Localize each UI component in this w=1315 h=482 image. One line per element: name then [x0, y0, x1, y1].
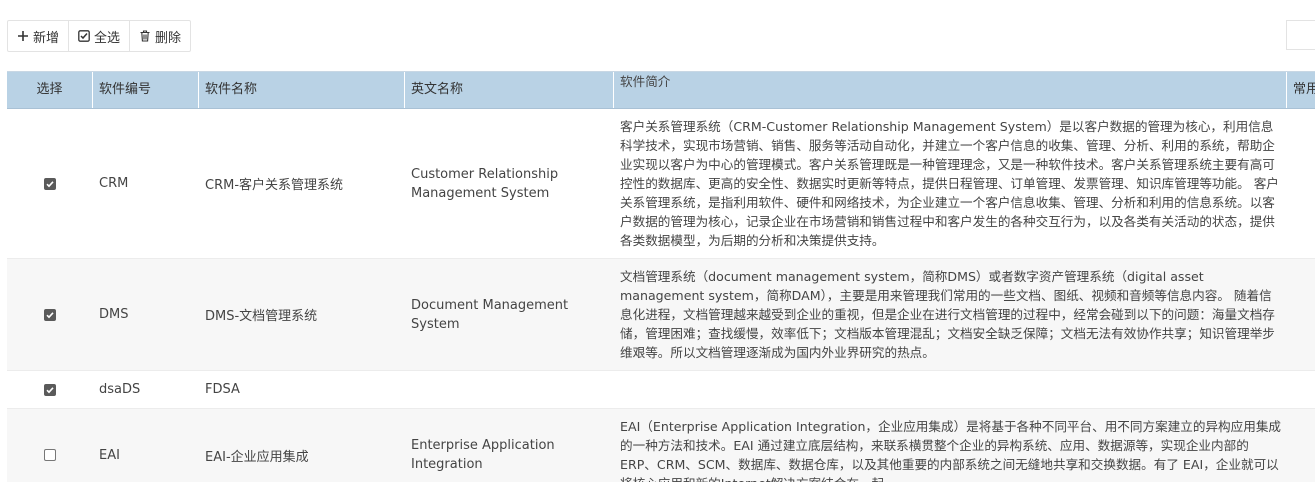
cell-id: CRM: [99, 176, 129, 191]
check-icon: [46, 386, 54, 393]
cell-common: [1287, 259, 1315, 370]
toolbar: 新增 全选 删除: [7, 20, 192, 52]
row-checkbox[interactable]: [44, 308, 56, 321]
cell-description: EAI（Enterprise Application Integration，企…: [620, 419, 1282, 482]
trash-icon: [139, 30, 151, 42]
cell-name: DMS-文档管理系统: [205, 309, 318, 324]
cell-common: [1287, 109, 1315, 258]
cell-english-name: Document Management System: [411, 297, 569, 332]
cell-common: [1287, 409, 1315, 482]
row-checkbox[interactable]: [44, 449, 56, 461]
column-header-english-name[interactable]: 英文名称: [405, 72, 614, 108]
table-row[interactable]: CRM CRM-客户关系管理系统 Customer Relationship M…: [7, 109, 1315, 259]
cell-id: EAI: [99, 447, 120, 463]
cell-name: EAI-企业应用集成: [205, 449, 309, 465]
cell-name: FDSA: [205, 382, 240, 397]
column-header-id[interactable]: 软件编号: [93, 72, 199, 108]
column-header-common[interactable]: 常用: [1287, 72, 1315, 108]
table-row[interactable]: dsaDS FDSA: [7, 371, 1315, 409]
software-table: 选择 软件编号 软件名称 英文名称 软件简介 常用 CRM CRM-客户关系管理…: [7, 71, 1315, 482]
cell-id: dsaDS: [99, 382, 141, 397]
cell-description: 文档管理系统（document management system，简称DMS）…: [620, 269, 1275, 360]
row-select-cell[interactable]: [7, 109, 93, 258]
add-button[interactable]: 新增: [8, 21, 70, 51]
select-all-button-label: 全选: [94, 30, 121, 46]
table-row[interactable]: DMS DMS-文档管理系统 Document Management Syste…: [7, 259, 1315, 371]
column-header-name[interactable]: 软件名称: [199, 72, 405, 108]
table-row[interactable]: EAI EAI-企业应用集成 Enterprise Application In…: [7, 409, 1315, 482]
row-select-cell[interactable]: [7, 371, 93, 408]
delete-button[interactable]: 删除: [130, 21, 190, 51]
cell-description: 客户关系管理系统（CRM-Customer Relationship Manag…: [620, 119, 1279, 248]
row-select-cell[interactable]: [7, 259, 93, 370]
column-header-description[interactable]: 软件简介: [614, 72, 1287, 108]
plus-icon: [17, 30, 29, 42]
cell-english-name: Enterprise Application Integration: [411, 438, 555, 472]
table-header: 选择 软件编号 软件名称 英文名称 软件简介 常用: [7, 72, 1315, 109]
cell-id: DMS: [99, 307, 129, 322]
cell-english-name: [405, 371, 614, 408]
cell-english-name: Customer Relationship Management System: [411, 166, 559, 201]
delete-button-label: 删除: [155, 30, 182, 46]
check-icon: [46, 311, 54, 318]
column-header-select[interactable]: 选择: [7, 72, 93, 108]
cell-common: [1287, 371, 1315, 408]
column-toggle-button[interactable]: [1286, 20, 1315, 50]
cell-description: [614, 371, 1287, 408]
add-button-label: 新增: [33, 30, 60, 46]
select-all-button[interactable]: 全选: [69, 21, 131, 51]
checkbox-check-icon: [78, 30, 90, 42]
cell-name: CRM-客户关系管理系统: [205, 178, 344, 193]
check-icon: [46, 180, 54, 187]
row-checkbox[interactable]: [44, 177, 56, 190]
row-select-cell[interactable]: [7, 409, 93, 482]
row-checkbox[interactable]: [44, 383, 56, 396]
